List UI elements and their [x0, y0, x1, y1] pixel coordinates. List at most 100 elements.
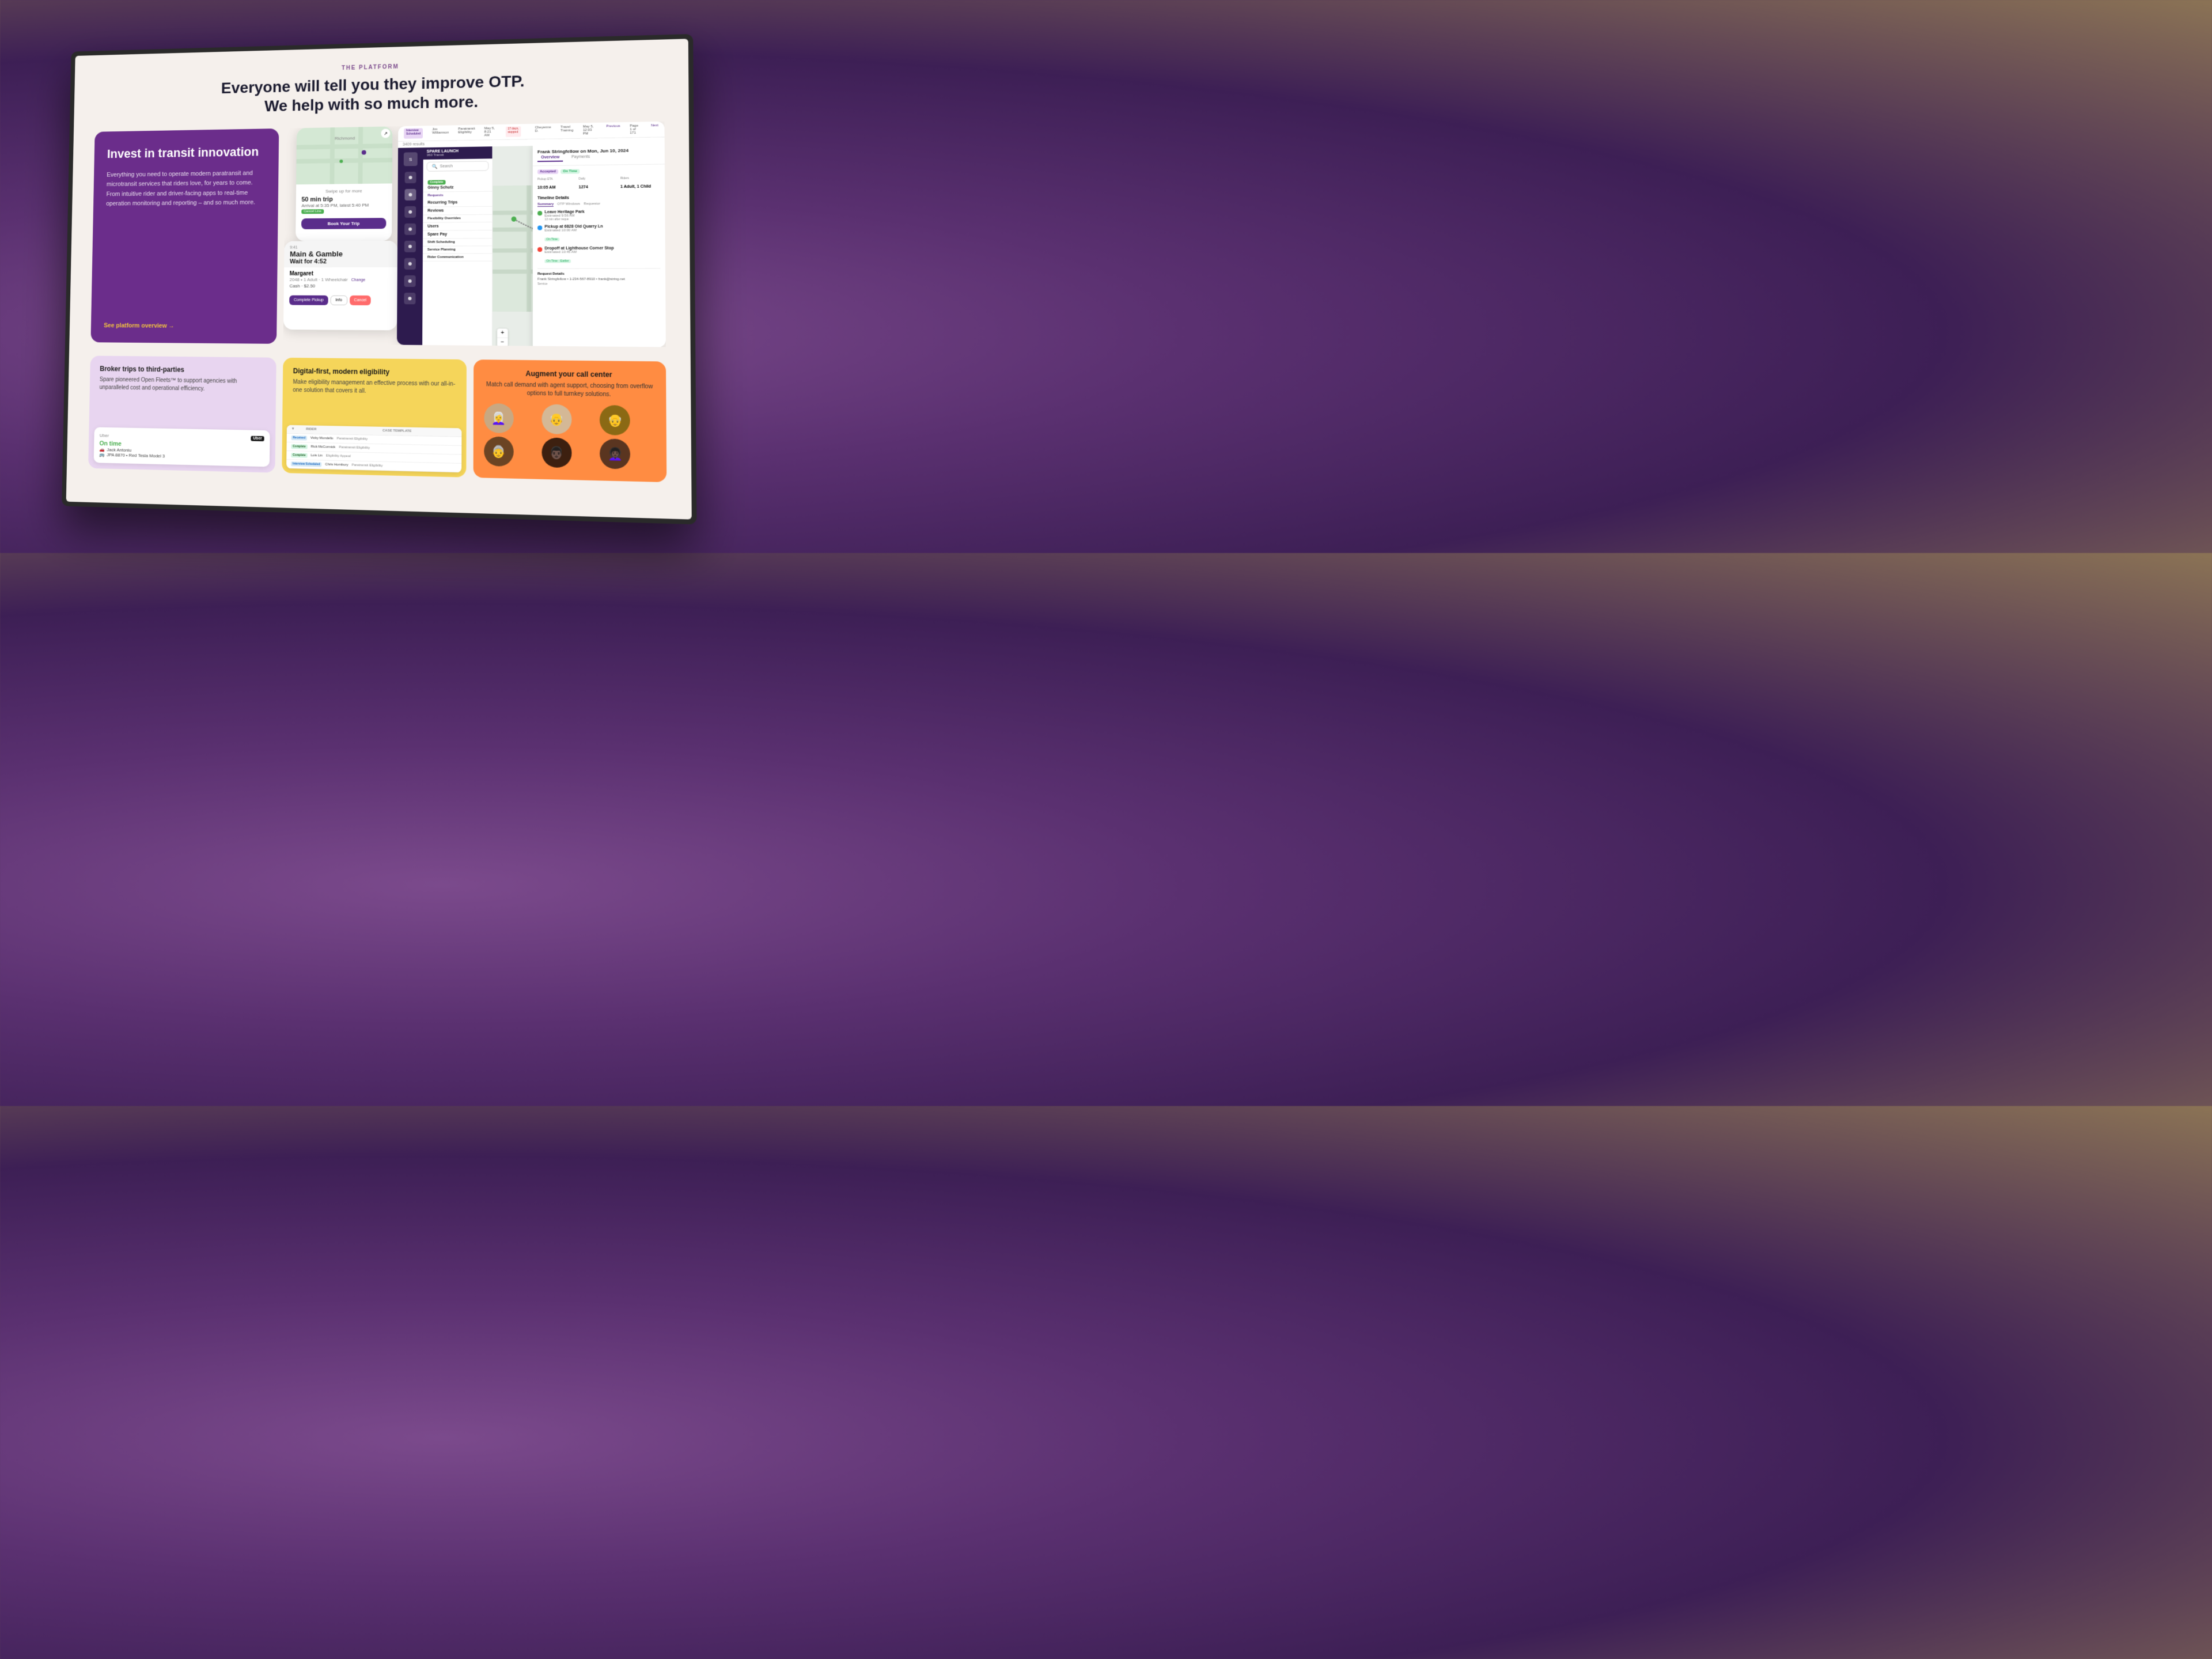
- sidebar-icon-rides[interactable]: [404, 206, 416, 218]
- main-headline: Everyone will tell you they improve OTP.…: [95, 68, 664, 119]
- rider-status-section: Accepted On Time Pickup ETA 10:05 AM: [533, 165, 665, 290]
- timeline-tab-summary[interactable]: Summary: [537, 203, 554, 207]
- list-item-reviews[interactable]: Reviews: [423, 207, 492, 215]
- tab-overview[interactable]: Overview: [537, 154, 563, 162]
- elig-status-0: Received: [291, 435, 307, 441]
- timeline-tab-otp[interactable]: OTP Windows: [557, 203, 580, 207]
- mobile-app-pickup: 9:41 Main & Gamble Wait for 4:52 Margare…: [283, 241, 397, 330]
- digital-title: Digital-first, modern eligibility: [293, 367, 456, 377]
- interview-scheduled-badge: Interview Scheduled: [404, 128, 423, 139]
- pickup-address: Main & Gamble: [290, 249, 392, 258]
- timeline-tab-requestor[interactable]: Requestor: [584, 202, 600, 206]
- page-content: THE PLATFORM Everyone will tell you they…: [66, 39, 692, 519]
- sidebar-icon-map[interactable]: [405, 172, 416, 183]
- callcenter-title: Augment your call center: [484, 369, 655, 380]
- platform-cta[interactable]: See platform overview →: [104, 323, 175, 329]
- dashboard-sidebar: S: [397, 147, 423, 347]
- action-buttons: Complete Pickup Info Cancel: [283, 292, 397, 309]
- top-bar-travel-training: Travel Training: [560, 126, 573, 137]
- digital-body: Make eligibility management an effective…: [293, 378, 456, 397]
- rider-name-ginny: Ginny Schutz: [427, 185, 453, 190]
- sidebar-brand-icon: S: [404, 152, 418, 166]
- elig-template-0: Paratransit Eligibility: [336, 437, 368, 441]
- info-grid: Pickup ETA 10:05 AM Daily 1274: [537, 176, 660, 192]
- uber-card: Uber Uber On time 🚗 Jack Antoniu 🚌 JPA 8…: [94, 427, 270, 467]
- elig-name-3: Chris Hornbury: [325, 463, 348, 467]
- list-item-rider-comm[interactable]: Rider Communication: [423, 254, 492, 262]
- dashboard-body: S: [397, 144, 666, 347]
- riders-cell: Riders 1 Adult, 1 Child: [620, 176, 660, 191]
- elig-status-3: Interview Scheduled: [291, 461, 322, 467]
- rider-contact: Frank Stringfellow • 1-234-567-8910 • fr…: [537, 278, 661, 281]
- agent-photo-5: 👩🏿‍🦱: [600, 439, 630, 469]
- top-bar-paratransit: Paratransit Eligibility: [458, 127, 475, 138]
- tab-payments[interactable]: Payments: [568, 154, 594, 162]
- list-item[interactable]: Complete Ginny Schutz: [423, 173, 492, 192]
- daily-cell: Daily 1274: [579, 177, 618, 191]
- main-list-panel: SPARE LAUNCH 360 Transit 🔍 Search Comp: [422, 146, 493, 347]
- filter-icon[interactable]: ▼: [291, 427, 303, 431]
- list-item-shift[interactable]: Shift Scheduling: [423, 238, 492, 247]
- prev-button[interactable]: Previous: [606, 124, 620, 135]
- elig-name-1: Rick McCormick: [310, 445, 335, 449]
- sidebar-header: SPARE LAUNCH 360 Transit: [423, 146, 493, 160]
- cancel-button[interactable]: Cancel: [350, 296, 372, 305]
- complete-badge: Complete: [427, 180, 445, 185]
- elig-template-2: Eligibility Appeal: [326, 454, 351, 459]
- pickup-eta-cell: Pickup ETA 10:05 AM: [537, 177, 576, 192]
- zoom-in-button[interactable]: +: [497, 329, 507, 338]
- sidebar-icon-requests[interactable]: [404, 189, 416, 200]
- days-stopped-badge: 17 days, stopped: [506, 127, 521, 138]
- trip-detail: Arrival at 5:35 PM, latest 5:40 PM Cance…: [301, 203, 386, 214]
- on-time-badge: On Time: [560, 169, 579, 175]
- sidebar-icon-pay[interactable]: [404, 241, 416, 252]
- change-link[interactable]: Change: [351, 278, 365, 282]
- list-item-service[interactable]: Service Planning: [423, 247, 492, 254]
- sidebar-icon-schedule[interactable]: [404, 258, 416, 270]
- bottom-cards: Broker trips to third-parties Spare pion…: [88, 356, 666, 483]
- cash-info: Cash · $2.50: [289, 283, 391, 289]
- top-bar-date2: May 5, 12:03 PM: [583, 125, 597, 136]
- next-button[interactable]: Next: [651, 124, 658, 135]
- callcenter-card: Augment your call center Match call dema…: [474, 359, 667, 482]
- timeline-header: Timeline Details: [537, 195, 660, 200]
- trip-info: Swipe up for more 50 min trip Arrival at…: [296, 184, 392, 234]
- sidebar-icon-planning[interactable]: [404, 275, 416, 287]
- sidebar-icon-users[interactable]: [404, 224, 416, 235]
- list-item-flex[interactable]: Flexibility Overrides: [423, 215, 492, 223]
- app-screenshots: Richmond ↗ Swipe up for more 50 min trip: [283, 122, 666, 347]
- invest-title: Invest in transit innovation: [107, 145, 266, 162]
- rider-panel-header: Frank Stringfellow on Mon, Jun 10, 2024 …: [533, 144, 665, 166]
- timeline-stop-3: Dropoff at Lighthouse Corner Stop Estima…: [537, 247, 660, 265]
- broker-card: Broker trips to third-parties Spare pion…: [88, 356, 276, 473]
- list-item-users[interactable]: Users: [423, 222, 492, 231]
- rider-detail-container: + − Satellite Street: [493, 144, 666, 347]
- complete-pickup-button[interactable]: Complete Pickup: [289, 296, 328, 305]
- elig-name-0: Vicky Mondello: [310, 437, 334, 441]
- list-item-recurring[interactable]: Recurring Trips: [423, 199, 492, 207]
- screen: THE PLATFORM Everyone will tell you they…: [66, 39, 692, 519]
- invest-body: Everything you need to operate modern pa…: [106, 168, 265, 209]
- elig-template-1: Paratransit Eligibility: [339, 446, 370, 450]
- elig-template-3: Paratransit Eligibility: [351, 464, 382, 468]
- invest-card: Invest in transit innovation Everything …: [90, 128, 279, 344]
- search-placeholder: Search: [440, 164, 453, 168]
- elig-name-2: Lois Lin: [310, 454, 322, 458]
- info-button[interactable]: Info: [330, 296, 347, 305]
- monitor: THE PLATFORM Everyone will tell you they…: [62, 34, 696, 525]
- request-details: Request Details Frank Stringfellow • 1-2…: [537, 268, 661, 286]
- search-bar[interactable]: 🔍 Search: [427, 161, 489, 172]
- elig-status-1: Complete: [291, 444, 307, 449]
- broker-body: Spare pioneered Open Fleets™ to support …: [99, 376, 266, 395]
- requests-nav-item[interactable]: Requests: [423, 192, 492, 199]
- zoom-out-button[interactable]: −: [497, 338, 507, 347]
- agent-photo-2: 👴: [600, 405, 630, 435]
- book-trip-button[interactable]: Book Your Trip: [301, 218, 386, 229]
- request-details-header: Request Details: [537, 272, 661, 276]
- search-icon: 🔍: [432, 164, 438, 169]
- list-item-spare-pay[interactable]: Spare Pay: [423, 230, 492, 239]
- mobile-map-area: Richmond ↗: [296, 127, 392, 185]
- rider-info-mobile: Margaret 2048 • 1 Adult · 1 Wheelchair C…: [284, 267, 397, 292]
- pagination-info: Page 1 of 171: [630, 124, 641, 135]
- sidebar-icon-comm[interactable]: [404, 293, 415, 304]
